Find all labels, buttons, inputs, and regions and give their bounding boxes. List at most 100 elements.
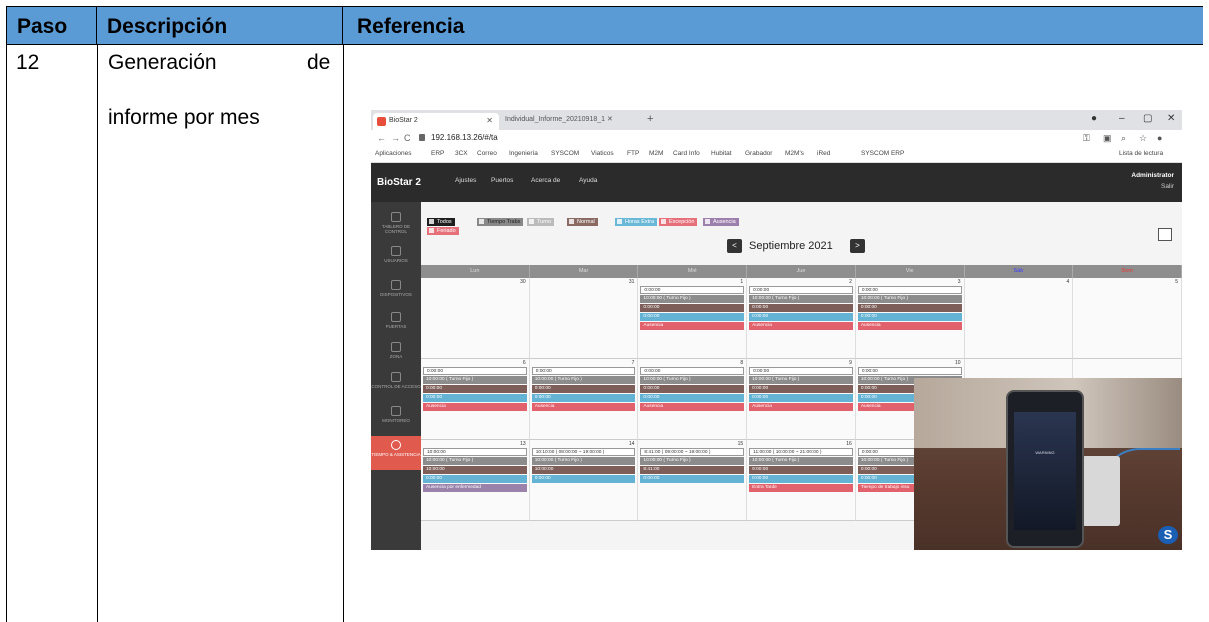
calendar-entry[interactable]: Ausencia [749,403,853,411]
filter-horas-extra[interactable]: Horas Extra [615,218,658,226]
menu-ajustes[interactable]: Ajustes [455,177,476,184]
calendar-entry[interactable]: 0:00:00 [749,394,853,402]
tab-informe[interactable]: Individual_Informe_20210918_1 ✕ [505,115,637,123]
calendar-day-cell[interactable]: 1 0:00:00 10:00:00 ( Turno Fijo ) 0:00:00 0:… [638,278,748,359]
calendar-day-cell[interactable]: 8 0:00:00 10:00:00 ( Turno Fijo ) 0:00:00 0:… [638,359,748,440]
calendar-entry[interactable]: Ausencia por enfermedad [423,484,527,492]
calendar-entry[interactable]: 10:00:00 ( Turno Fijo ) [857,295,962,303]
next-month-button[interactable]: > [850,239,865,253]
menu-puertos[interactable]: Puertos [491,177,513,184]
calendar-entry[interactable]: 0:00:00 [423,367,527,375]
bookmark-syscom[interactable]: SYSCOM [551,150,579,157]
calendar-entry[interactable]: Ausencia [423,403,527,411]
calendar-day-cell[interactable]: 3 0:00:00 10:00:00 ( Turno Fijo ) 0:00:00 0:… [855,278,965,359]
sidebar-item-puertas[interactable]: PUERTAS [371,312,421,329]
calendar-entry[interactable]: 0:00:00 [423,394,527,402]
sidebar-item-monitoreo[interactable]: MONITOREO [371,406,421,423]
calendar-entry[interactable]: 10:00:00 ( Turno Fijo ) [749,457,853,465]
calendar-entry[interactable]: 8:41:00 ( 09:00:00 ~ 19:00:00 ) [640,448,745,456]
user-menu[interactable]: Administrator Salir [1131,172,1174,190]
bookmark-ired[interactable]: iRed [817,150,830,157]
calendar-entry[interactable]: 0:00:00 [640,304,745,312]
menu-ayuda[interactable]: Ayuda [579,177,597,184]
calendar-entry[interactable]: 10:00:00 ( Turno Fijo ) [423,376,527,384]
calendar-entry[interactable]: 0:00:00 [857,313,962,321]
bookmark-ingenieria[interactable]: Ingeniería [509,150,538,157]
bookmark-ftp[interactable]: FTP [627,150,639,157]
calendar-entry[interactable]: 0:00:00 [640,286,745,294]
bookmark-correo[interactable]: Correo [477,150,497,157]
calendar-entry[interactable]: 0:00:00 [423,385,527,393]
star-icon[interactable]: ☆ [1139,133,1147,144]
calendar-entry[interactable]: 10:00:00 [423,448,527,456]
bookmark-syscom-erp[interactable]: SYSCOM ERP [861,150,904,157]
filter-turno[interactable]: Turno [527,218,555,226]
sidebar-item-zona[interactable]: ZONA [371,342,421,359]
calendar-entry[interactable]: 0:00:00 [531,475,636,483]
menu-acerca[interactable]: Acerca de [531,177,560,184]
reading-list[interactable]: Lista de lectura [1119,150,1163,157]
sidebar-item-usuarios[interactable]: USUARIOS [371,246,421,263]
calendar-entry[interactable]: 10:10:00 ( 08:00:00 ~ 19:00:00 ) [531,448,636,456]
calendar-day-cell[interactable]: 9 0:00:00 10:00:00 ( Turno Fijo ) 0:00:00 0:… [747,359,856,440]
calendar-entry[interactable]: Ausencia [531,403,636,411]
calendar-entry[interactable]: 10:00:00 ( Turno Fijo ) [749,376,853,384]
calendar-entry[interactable]: 0:00:00 [640,394,745,402]
calendar-entry[interactable]: 10:00:00 ( Turno Fijo ) [531,376,636,384]
bookmark-cardinfo[interactable]: Card Info [673,150,700,157]
calendar-entry[interactable]: 10:00:00 [531,466,636,474]
filter-excepcion[interactable]: Excepción [659,218,698,226]
calendar-entry[interactable]: 9:00:00 [749,466,853,474]
zoom-icon[interactable]: ⌕ [1121,133,1126,144]
calendar-entry[interactable]: 0:00:00 [857,304,962,312]
calendar-entry[interactable]: 0:00:00 [531,367,636,375]
calendar-entry[interactable]: 11:00:00 ( 10:00:00 ~ 21:00:00 ) [749,448,853,456]
prev-month-button[interactable]: < [727,239,742,253]
calendar-day-cell[interactable]: 31 [529,278,639,359]
calendar-entry[interactable]: Ausencia [640,403,745,411]
calendar-view-icon[interactable] [1158,228,1172,241]
account-icon[interactable]: ● [1091,113,1097,124]
calendar-entry[interactable]: 0:00:00 [423,475,527,483]
calendar-entry[interactable]: 0:00:00 [749,313,853,321]
calendar-entry[interactable]: 0:00:00 [640,313,745,321]
reload-icon[interactable]: C [404,133,411,143]
bookmark-viaticos[interactable]: Viaticos [591,150,614,157]
calendar-entry[interactable]: 10:00:00 ( Turno Fijo ) [749,295,853,303]
calendar-entry[interactable]: 8:41:00 [640,466,745,474]
calendar-entry[interactable]: 0:00:00 [531,394,636,402]
minimize-icon[interactable]: – [1119,113,1125,124]
calendar-day-cell[interactable]: 2 0:00:00 10:00:00 ( Turno Fijo ) 0:00:00 0:… [747,278,856,359]
calendar-entry[interactable]: Ausencia [640,322,745,330]
calendar-entry[interactable]: 10:00:00 [423,466,527,474]
filter-normal[interactable]: Normal [567,218,598,226]
calendar-day-cell[interactable]: 30 [421,278,530,359]
calendar-day-cell[interactable]: 13 10:00:00 10:00:00 ( Turno Fijo ) 10:00:0… [421,440,530,521]
back-icon[interactable]: ← [377,133,386,143]
calendar-day-cell[interactable]: 6 0:00:00 10:00:00 ( Turno Fijo ) 0:00:00 0:… [421,359,530,440]
new-tab-icon[interactable]: + [647,113,653,125]
close-window-icon[interactable]: ✕ [1167,113,1175,124]
url-field[interactable]: 192.168.13.26/#/ta [431,133,498,142]
maximize-icon[interactable]: ▢ [1143,113,1152,124]
filter-todos[interactable]: Todos [427,218,455,226]
calendar-entry[interactable]: 10:00:00 ( Turno Fijo ) [423,457,527,465]
bookmark-apps[interactable]: Aplicaciones [375,150,412,157]
calendar-entry[interactable]: 0:00:00 [640,367,745,375]
calendar-entry[interactable]: Ausencia [857,322,962,330]
calendar-entry[interactable]: 0:00:00 [749,286,853,294]
calendar-entry[interactable]: 0:00:00 [749,367,853,375]
calendar-entry[interactable]: 0:00:00 [857,286,962,294]
calendar-entry[interactable]: Ausencia [749,322,853,330]
sidebar-item-tablero[interactable]: TABLERO DE CONTROL [371,212,421,234]
extension-icon[interactable]: ▣ [1103,133,1112,144]
bookmark-3cx[interactable]: 3CX [455,150,468,157]
calendar-day-cell[interactable]: 16 11:00:00 ( 10:00:00 ~ 21:00:00 ) 10:00:… [747,440,856,521]
bookmark-m2m[interactable]: M2M [649,150,663,157]
sidebar-item-control-acceso[interactable]: CONTROL DE ACCESO [371,372,421,389]
calendar-entry[interactable]: 0:00:00 [749,475,853,483]
calendar-day-cell[interactable]: 15 8:41:00 ( 09:00:00 ~ 19:00:00 ) 10:00:0… [638,440,748,521]
calendar-entry[interactable]: 0:00:00 [640,475,745,483]
bookmark-erp[interactable]: ERP [431,150,444,157]
calendar-entry[interactable]: Entra Tarde [749,484,853,492]
